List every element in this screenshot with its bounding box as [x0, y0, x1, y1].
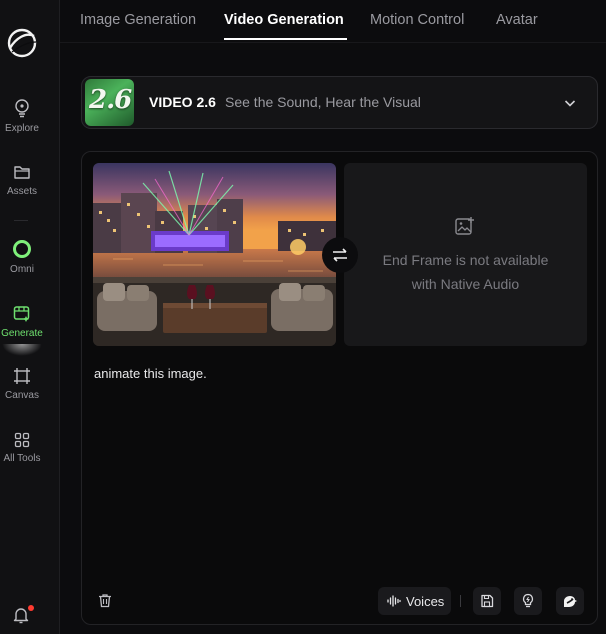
active-indicator-glow: [2, 344, 42, 356]
chevron-down-icon: [564, 100, 576, 107]
end-frame-unavailable-text: End Frame is not available with Native A…: [344, 248, 587, 296]
sidebar-item-label: All Tools: [3, 453, 41, 464]
tab-motion-control[interactable]: Motion Control: [370, 12, 464, 28]
sidebar-divider: [14, 220, 28, 221]
audio-toggle-button[interactable]: [556, 587, 584, 615]
voices-button[interactable]: Voices: [378, 587, 451, 615]
tab-avatar[interactable]: Avatar: [496, 12, 538, 28]
sidebar-item-label: Canvas: [5, 390, 39, 401]
swap-arrows-icon: [333, 248, 347, 262]
tab-image-generation[interactable]: Image Generation: [80, 12, 196, 28]
save-preset-button[interactable]: [473, 587, 501, 615]
generation-tabs: Image Generation Video Generation Motion…: [60, 0, 606, 42]
bird-sound-icon: [564, 596, 577, 607]
sidebar-item-omni[interactable]: Omni: [0, 239, 44, 275]
bulb-icon: [15, 99, 29, 118]
sidebar-item-generate[interactable]: Generate: [0, 303, 44, 339]
notification-dot: [28, 605, 34, 611]
prompt-enhance-button[interactable]: [514, 587, 542, 615]
sidebar-item-all-tools[interactable]: All Tools: [0, 432, 44, 464]
sidebar-item-assets[interactable]: Assets: [0, 163, 44, 197]
sidebar-item-canvas[interactable]: Canvas: [0, 367, 44, 401]
sidebar-item-label: Explore: [5, 123, 39, 134]
omni-ring-icon: [13, 240, 31, 258]
grid-icon: [14, 432, 30, 448]
start-frame-picture: [93, 163, 336, 346]
end-frame-message-line2: with Native Audio: [411, 276, 520, 292]
end-frame-slot: End Frame is not available with Native A…: [344, 163, 587, 346]
model-name: VIDEO 2.6: [149, 94, 216, 110]
end-frame-message-line1: End Frame is not available: [382, 252, 549, 268]
sidebar-item-label: Omni: [10, 264, 34, 275]
sidebar-item-explore[interactable]: Explore: [0, 98, 44, 134]
voices-label: Voices: [406, 593, 445, 609]
app-logo-icon[interactable]: [6, 24, 38, 60]
swap-frames-button[interactable]: [322, 237, 358, 273]
toolbar-divider: [460, 595, 461, 607]
trash-icon[interactable]: [98, 593, 112, 608]
model-selector[interactable]: 2.6 VIDEO 2.6 See the Sound, Hear the Vi…: [81, 76, 598, 129]
canvas-frame-icon: [14, 368, 30, 384]
model-tagline: See the Sound, Hear the Visual: [225, 94, 421, 110]
model-thumbnail: 2.6: [85, 79, 134, 126]
sidebar-item-label: Generate: [1, 328, 43, 339]
folder-icon: [14, 166, 30, 179]
tab-video-generation[interactable]: Video Generation: [224, 12, 344, 28]
add-image-icon: [455, 217, 474, 235]
prompt-input[interactable]: animate this image.: [94, 366, 207, 381]
generate-icon: [13, 306, 30, 322]
save-icon: [481, 594, 494, 608]
sidebar-item-label: Assets: [6, 186, 37, 197]
active-tab-underline: [224, 38, 347, 40]
lightbulb-icon: [522, 593, 534, 608]
start-frame-image[interactable]: [93, 163, 336, 346]
tabs-divider: [60, 42, 606, 43]
model-thumbnail-text: 2.6: [89, 85, 132, 115]
audio-wave-icon: [387, 595, 401, 607]
